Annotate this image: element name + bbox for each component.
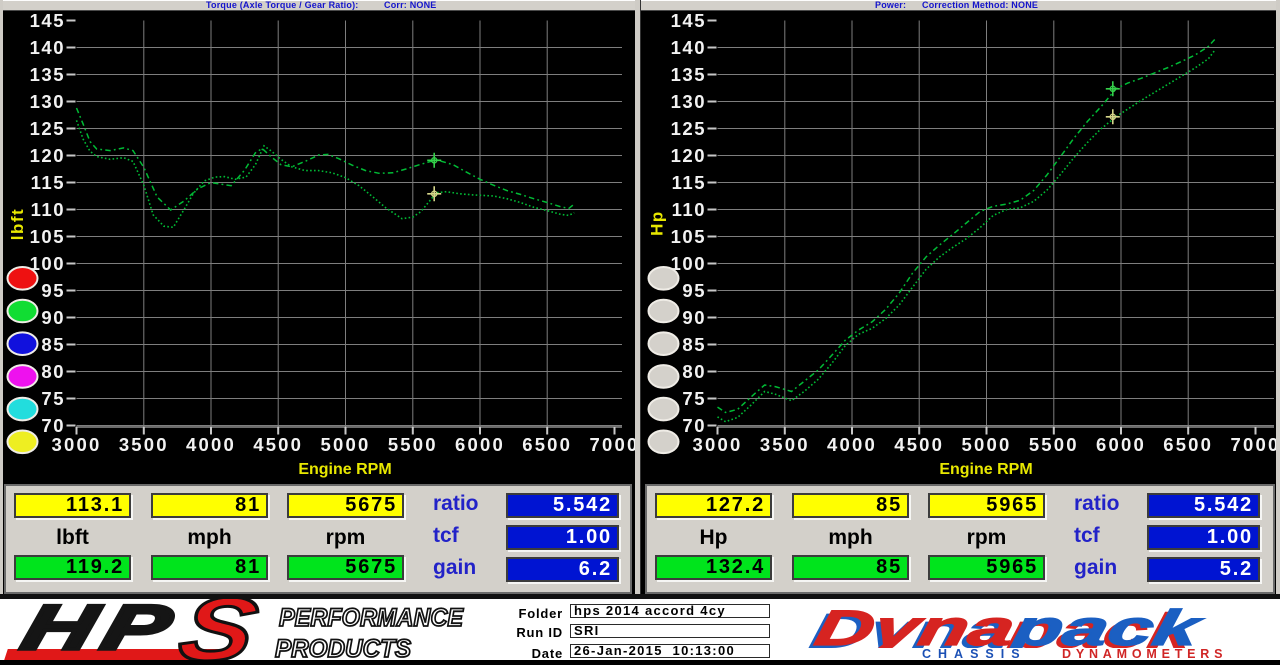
- svg-text:110: 110: [31, 199, 65, 220]
- svg-text:130: 130: [30, 91, 65, 112]
- svg-text:3500: 3500: [119, 434, 169, 455]
- svg-text:135: 135: [30, 64, 65, 85]
- svg-text:4000: 4000: [186, 434, 236, 455]
- svg-text:6500: 6500: [522, 434, 572, 455]
- svg-text:140: 140: [671, 37, 706, 58]
- svg-text:70: 70: [41, 415, 65, 436]
- svg-text:130: 130: [671, 91, 706, 112]
- svg-text:105: 105: [671, 226, 706, 247]
- svg-text:Engine RPM: Engine RPM: [939, 461, 1032, 478]
- svg-text:120: 120: [671, 145, 706, 166]
- svg-text:4500: 4500: [253, 434, 303, 455]
- svg-text:110: 110: [672, 199, 706, 220]
- svg-text:75: 75: [682, 388, 706, 409]
- svg-text:145: 145: [671, 11, 706, 31]
- svg-text:5000: 5000: [321, 434, 371, 455]
- svg-text:7000: 7000: [590, 434, 637, 455]
- svg-text:90: 90: [682, 307, 706, 328]
- svg-text:Engine RPM: Engine RPM: [298, 461, 391, 478]
- svg-text:6500: 6500: [1163, 434, 1213, 455]
- svg-text:7000: 7000: [1231, 434, 1280, 455]
- svg-text:3000: 3000: [693, 434, 743, 455]
- svg-text:6000: 6000: [1096, 434, 1146, 455]
- svg-text:145: 145: [30, 11, 65, 31]
- svg-text:70: 70: [682, 415, 706, 436]
- svg-text:75: 75: [41, 388, 65, 409]
- svg-text:95: 95: [41, 280, 65, 301]
- svg-text:lbft: lbft: [8, 208, 27, 240]
- svg-text:Hp: Hp: [648, 210, 667, 236]
- svg-text:90: 90: [41, 307, 65, 328]
- svg-text:4000: 4000: [827, 434, 877, 455]
- svg-text:80: 80: [41, 361, 65, 382]
- svg-text:95: 95: [682, 280, 706, 301]
- svg-text:140: 140: [30, 37, 65, 58]
- svg-text:125: 125: [30, 118, 65, 139]
- svg-text:5500: 5500: [388, 434, 438, 455]
- svg-text:120: 120: [30, 145, 65, 166]
- svg-text:85: 85: [41, 334, 65, 355]
- svg-text:3000: 3000: [52, 434, 102, 455]
- svg-text:85: 85: [682, 334, 706, 355]
- svg-text:5500: 5500: [1029, 434, 1079, 455]
- svg-text:105: 105: [30, 226, 65, 247]
- svg-text:4500: 4500: [894, 434, 944, 455]
- svg-text:5000: 5000: [962, 434, 1012, 455]
- svg-text:135: 135: [671, 64, 706, 85]
- svg-text:3500: 3500: [760, 434, 810, 455]
- svg-text:6000: 6000: [455, 434, 505, 455]
- svg-text:80: 80: [682, 361, 706, 382]
- svg-text:115: 115: [31, 172, 65, 193]
- svg-text:115: 115: [672, 172, 706, 193]
- svg-text:125: 125: [671, 118, 706, 139]
